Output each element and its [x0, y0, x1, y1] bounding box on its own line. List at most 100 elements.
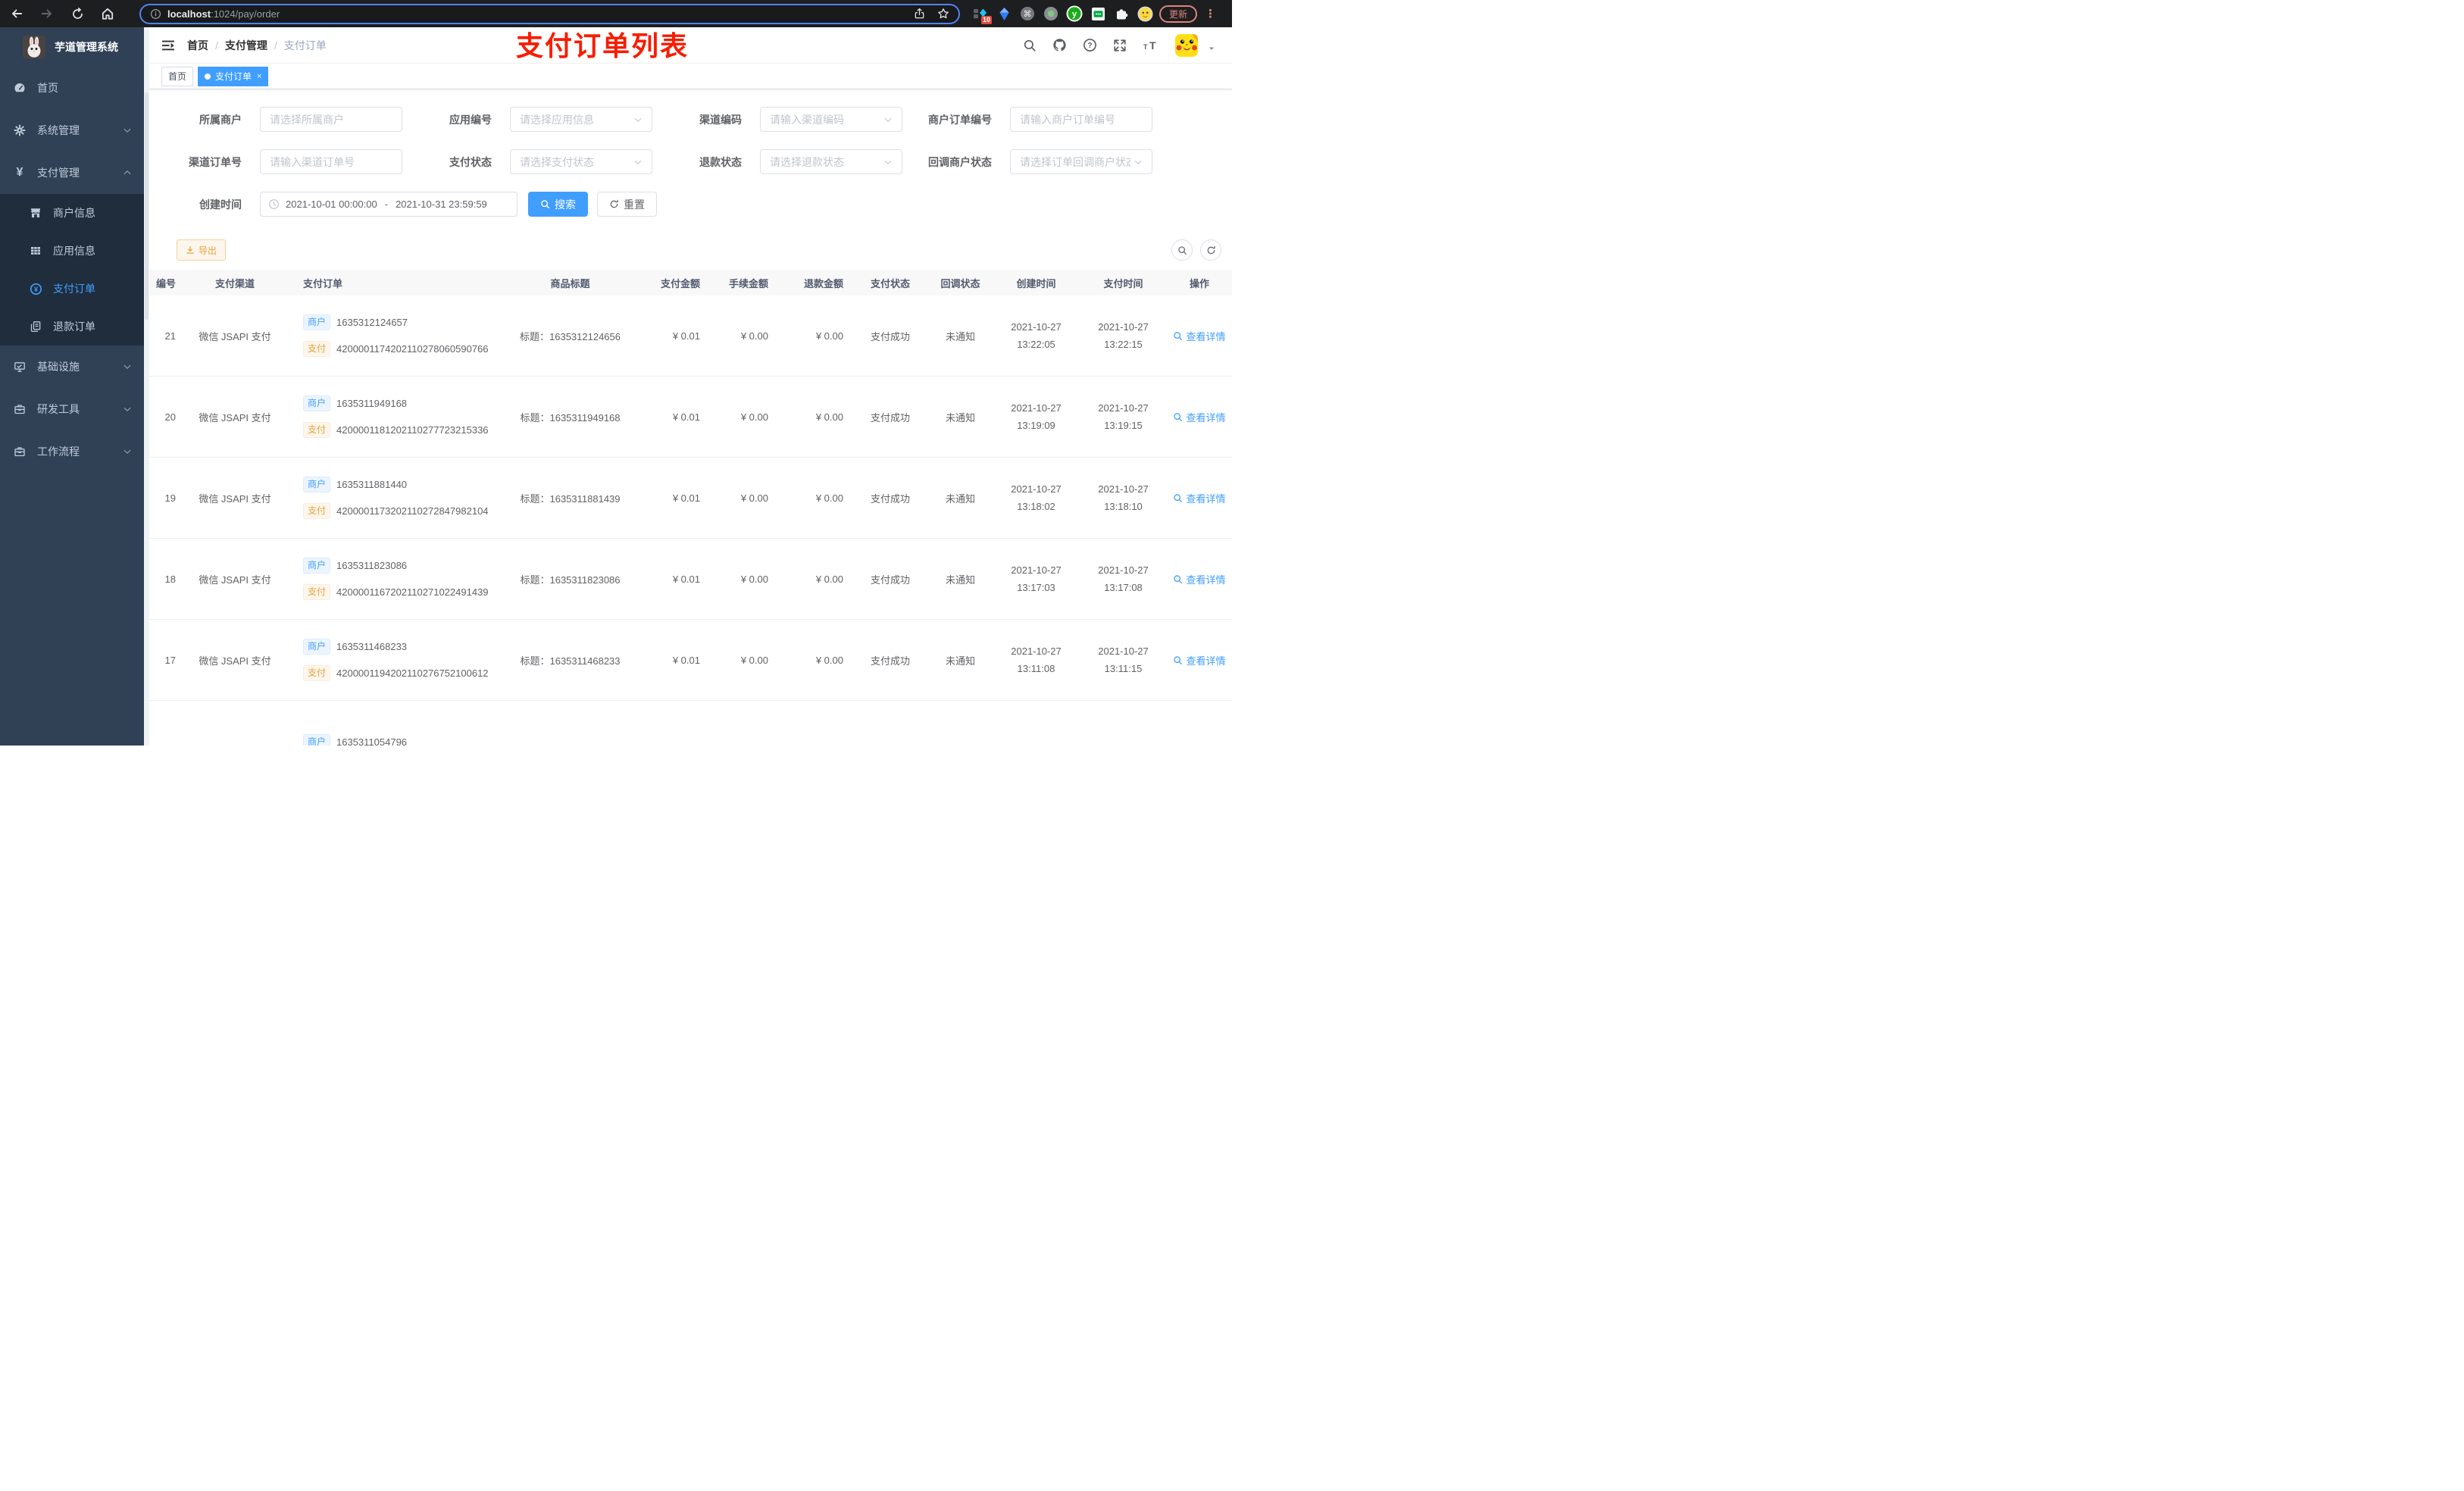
- filter-refund-status-select[interactable]: 请选择退款状态: [760, 149, 902, 174]
- tab-payment-order[interactable]: 支付订单 ×: [198, 66, 269, 86]
- content-scrollbar-thumb[interactable]: [145, 92, 149, 320]
- question-icon[interactable]: ?: [1083, 38, 1097, 52]
- breadcrumb-item[interactable]: 支付管理: [225, 38, 267, 53]
- cell-action: 查看详情: [1167, 329, 1232, 343]
- filter-callback-status-select[interactable]: 请选择订单回调商户状态: [1010, 149, 1152, 174]
- sidebar-item-merchant-info[interactable]: 商户信息: [0, 194, 144, 232]
- search-button[interactable]: 搜索: [528, 192, 588, 217]
- home-icon[interactable]: [97, 3, 118, 24]
- export-button[interactable]: 导出: [177, 239, 227, 261]
- refresh-icon: [1206, 245, 1216, 255]
- cell-action: 查看详情: [1167, 572, 1232, 586]
- sidebar-item-label: 工作流程: [37, 445, 80, 458]
- gem-icon[interactable]: [996, 5, 1012, 22]
- view-detail-link[interactable]: 查看详情: [1173, 329, 1226, 343]
- view-detail-link[interactable]: 查看详情: [1173, 410, 1226, 424]
- chat-icon[interactable]: [1090, 5, 1106, 22]
- back-icon[interactable]: [6, 3, 27, 24]
- magnifier-icon: [1173, 412, 1183, 422]
- caret-down-icon[interactable]: [1208, 45, 1215, 52]
- column-header-6: 退款金额: [803, 277, 843, 289]
- chevron-down-icon: [123, 405, 132, 414]
- filter-merchant-input[interactable]: 请选择所属商户: [260, 107, 402, 132]
- merchant-tag: 商户: [303, 314, 331, 330]
- table-row: 商户 1635311054796: [149, 701, 1232, 746]
- update-button[interactable]: 更新: [1159, 5, 1198, 23]
- view-detail-link[interactable]: 查看详情: [1173, 572, 1226, 586]
- date-separator: -: [384, 198, 389, 210]
- column-header-11: 操作: [1189, 277, 1209, 289]
- sidebar-item-infrastructure[interactable]: 基础设施: [0, 345, 144, 388]
- sidebar-item-label: 系统管理: [37, 124, 80, 136]
- search-icon[interactable]: [1023, 39, 1037, 52]
- cell-create-time: 2021-10-27 13:18:02: [1011, 483, 1062, 512]
- table-toolbar: 导出: [149, 239, 1232, 261]
- filter-channel-code-select[interactable]: 请输入渠道编码: [760, 107, 902, 132]
- url-bar[interactable]: localhost:1024/pay/order: [139, 3, 960, 24]
- tab-label: 支付订单: [215, 71, 252, 82]
- refresh-icon: [609, 199, 619, 209]
- cell-refund: ¥ 0.00: [815, 411, 843, 423]
- date-end-value: 2021-10-31 23:59:59: [396, 198, 487, 210]
- tab-home[interactable]: 首页: [161, 66, 194, 86]
- search-icon: [540, 199, 550, 209]
- cell-order: 商户 1635311468233 支付 42000011942021102767521…: [288, 620, 504, 700]
- filter-label: 创建时间: [199, 198, 242, 211]
- refresh-table-button[interactable]: [1200, 239, 1221, 261]
- filter-pay-status-select[interactable]: 请选择支付状态: [510, 149, 652, 174]
- date-range-input[interactable]: 2021-10-01 00:00:00 - 2021-10-31 23:59:5…: [260, 192, 518, 217]
- sidebar-menu: 首页系统管理 ¥ 支付管理 商户信息 应用信息 ¥ 支付订单 退款订单 基础设施 研发工具工作流程: [0, 67, 144, 473]
- sidebar-item-workflow[interactable]: 工作流程: [0, 430, 144, 473]
- magnifier-icon: [1173, 493, 1183, 503]
- view-detail-link[interactable]: 查看详情: [1173, 491, 1226, 505]
- puzzle-icon[interactable]: [1113, 5, 1130, 22]
- breadcrumb-item[interactable]: 首页: [187, 38, 208, 53]
- reset-button[interactable]: 重置: [597, 192, 657, 217]
- fullscreen-icon[interactable]: [1113, 39, 1127, 52]
- github-icon[interactable]: [1052, 38, 1067, 52]
- emoji-icon[interactable]: [1137, 5, 1153, 22]
- placeholder-text: 请选择退款状态: [770, 155, 844, 168]
- sidebar-item-home[interactable]: 首页: [0, 67, 144, 109]
- filter-app-id-select[interactable]: 请选择应用信息: [510, 107, 652, 132]
- placeholder-text: 请输入商户订单编号: [1020, 113, 1115, 126]
- show-search-toggle-button[interactable]: [1171, 239, 1193, 261]
- ext-json-icon[interactable]: 10: [972, 5, 992, 24]
- cell-fee: ¥ 0.00: [740, 330, 768, 342]
- content-scrollbar[interactable]: [144, 27, 149, 746]
- sidebar-item-system-management[interactable]: 系统管理: [0, 109, 144, 152]
- sidebar-item-dev-tools[interactable]: 研发工具: [0, 388, 144, 430]
- green-y-icon[interactable]: y: [1066, 5, 1083, 22]
- column-header-4: 支付金额: [660, 277, 700, 289]
- cell-create-time: 2021-10-27 13:11:08: [1011, 645, 1062, 674]
- info-icon[interactable]: [150, 8, 161, 20]
- font-size-icon[interactable]: TT: [1143, 39, 1159, 52]
- merchant-tag: 商户: [303, 734, 331, 746]
- pay-order-no: 4200001167202110271022491439: [336, 586, 489, 598]
- hamburger-icon[interactable]: [149, 38, 187, 53]
- sidebar-item-refund-order[interactable]: 退款订单: [0, 308, 144, 345]
- column-header-3: 商品标题: [550, 277, 590, 289]
- share-icon[interactable]: [914, 8, 925, 20]
- chevron-down-icon: [633, 115, 643, 124]
- user-avatar[interactable]: [1175, 33, 1198, 57]
- sidebar-item-app-info[interactable]: 应用信息: [0, 232, 144, 270]
- magnifier-icon: [1173, 574, 1183, 584]
- record-icon[interactable]: [1043, 5, 1059, 22]
- command-icon[interactable]: ⌘: [1019, 5, 1036, 22]
- cell-pay-status: 支付成功: [870, 330, 910, 342]
- url-text: localhost:1024/pay/order: [167, 8, 280, 20]
- logo-row[interactable]: 芋道管理系统: [0, 27, 144, 67]
- browser-menu-icon[interactable]: ⋮: [1205, 7, 1216, 20]
- filter-channel-order-no-input[interactable]: 请输入渠道订单号: [260, 149, 402, 174]
- chevron-up-icon: [123, 168, 132, 177]
- view-detail-link[interactable]: 查看详情: [1173, 653, 1226, 667]
- sidebar-item-payment-management[interactable]: ¥ 支付管理: [0, 152, 144, 194]
- filter-merchant-order-no-input[interactable]: 请输入商户订单编号: [1010, 107, 1152, 132]
- placeholder-text: 请选择支付状态: [520, 155, 594, 168]
- close-icon[interactable]: ×: [257, 72, 261, 81]
- sidebar-item-payment-order[interactable]: ¥ 支付订单: [0, 270, 144, 308]
- reload-icon[interactable]: [67, 3, 88, 24]
- bookmark-star-icon[interactable]: [937, 8, 949, 20]
- forward-icon[interactable]: [36, 3, 58, 24]
